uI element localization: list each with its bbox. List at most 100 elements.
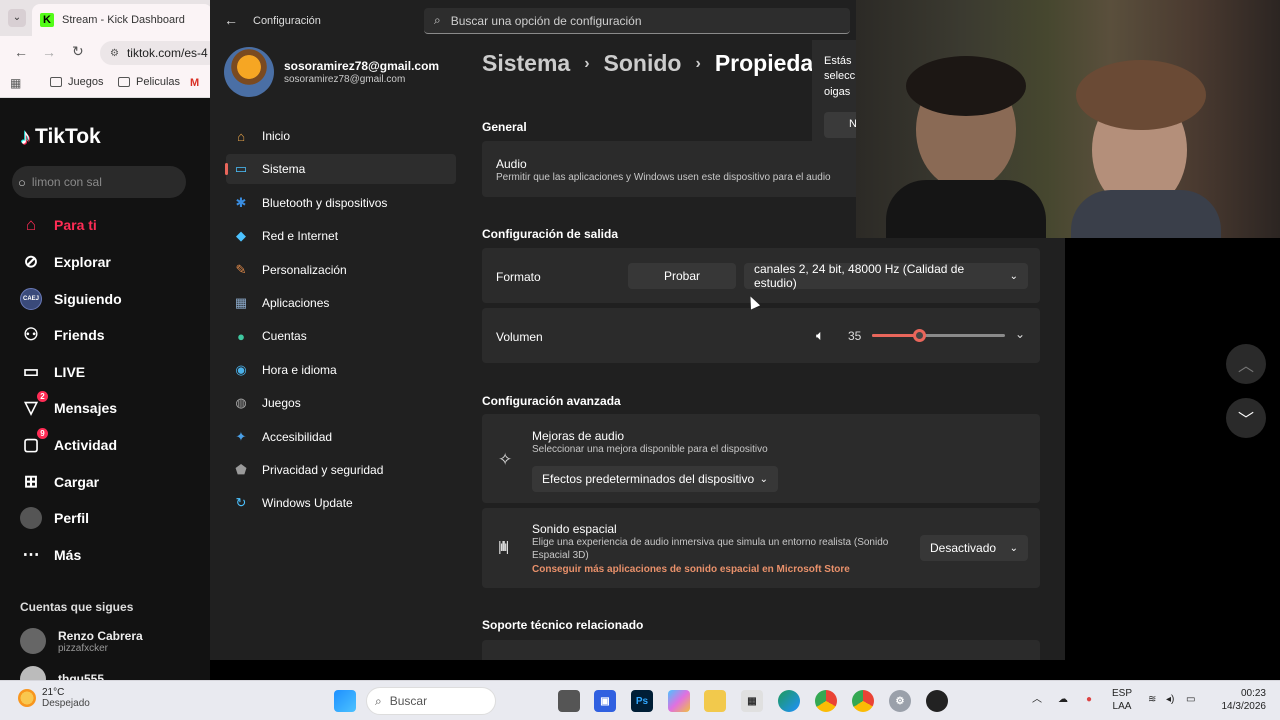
back-arrow-icon[interactable]: ← (14, 44, 28, 60)
chevron-right-icon: › (695, 54, 701, 72)
home-icon: ⌂ (25, 215, 37, 234)
settings-nav-label: Sistema (262, 162, 306, 177)
tiktok-nav-live[interactable]: ▭ LIVE (20, 360, 85, 384)
tiktok-nav-explorar[interactable]: ⊘ Explorar (20, 250, 111, 274)
tiktok-sidebar: ♪ TikTok ○ limon con sal ⌂ Para ti ⊘ Exp… (0, 98, 210, 692)
photoshop-icon[interactable]: Ps (631, 690, 653, 712)
settings-nav-inicio[interactable]: ⌂ Inicio (226, 121, 456, 151)
settings-nav-label: Aplicaciones (262, 296, 330, 310)
tiktok-nav-mensajes[interactable]: ▽ 2 Mensajes (20, 391, 118, 420)
breadcrumb-sonido[interactable]: Sonido (604, 50, 682, 77)
settings-nav-red-e-internet[interactable]: ◆ Red e Internet (226, 221, 456, 251)
spatial-dropdown[interactable]: Desactivado ⌄ (920, 535, 1028, 561)
url-text: tiktok.com/es-4 (126, 46, 208, 60)
recording-app-icon[interactable] (926, 690, 948, 712)
tiktok-nav-mas[interactable]: ⋯ Más (20, 543, 82, 567)
onedrive-icon[interactable]: ☁ (1058, 693, 1068, 706)
tiktok-nav-siguiendo[interactable]: CAEJ Siguiendo (20, 287, 122, 311)
browser-tab-kick[interactable]: K Stream - Kick Dashboard (32, 4, 212, 36)
nav-label: Actividad (54, 437, 118, 453)
chevron-down-icon: ⌄ (1009, 270, 1018, 282)
chevron-up-icon[interactable]: ︿ (1032, 693, 1042, 706)
site-info-icon[interactable]: ⚙ (110, 48, 119, 59)
enhance-title: Mejoras de audio (532, 429, 625, 443)
chrome-profile-icon[interactable] (852, 690, 874, 712)
chrome-icon[interactable] (815, 690, 837, 712)
back-arrow-icon[interactable]: ← (224, 12, 238, 28)
settings-nav-cuentas[interactable]: ● Cuentas (226, 321, 456, 351)
start-windows-icon[interactable] (334, 690, 356, 712)
tiktok-logo[interactable]: ♪ TikTok (20, 124, 101, 150)
tab-list-chevron-icon[interactable]: ⌄ (8, 9, 26, 27)
user-avatar[interactable] (224, 47, 274, 97)
temperature: 21°C (42, 687, 65, 698)
microsoft-store-icon[interactable]: ▦ (741, 690, 763, 712)
microphone-icon[interactable]: ● (1086, 693, 1092, 706)
settings-nav-hora-e-idioma[interactable]: ◉ Hora e idioma (226, 355, 456, 385)
audio-title: Audio (496, 157, 527, 171)
chevron-down-icon[interactable]: ⌄ (1015, 327, 1025, 341)
gamepad-icon: ◍ (235, 395, 247, 411)
speaker-icon[interactable]: 🔈︎ (816, 327, 824, 344)
settings-nav-windows-update[interactable]: ↻ Windows Update (226, 488, 456, 518)
copilot-icon[interactable] (668, 690, 690, 712)
settings-nav-aplicaciones[interactable]: ▦ Aplicaciones (226, 288, 456, 318)
bookmark-peliculas[interactable]: Peliculas (118, 76, 180, 88)
language-indicator[interactable]: ESP LAA (1112, 687, 1132, 713)
task-view-icon[interactable] (558, 690, 580, 712)
bookmark-juegos[interactable]: Juegos (50, 76, 103, 88)
settings-search-input[interactable]: ⌕ Buscar una opción de configuración (424, 8, 850, 34)
language-layout: LAA (1112, 701, 1132, 712)
forward-arrow-icon[interactable]: → (42, 44, 56, 60)
bluetooth-icon: ✱ (235, 194, 247, 210)
breadcrumb-sistema[interactable]: Sistema (482, 50, 570, 77)
tiktok-nav-para-ti[interactable]: ⌂ Para ti (20, 213, 97, 237)
apps-grid-icon[interactable]: ▦ (10, 76, 21, 90)
volume-icon[interactable]: ◂) (1166, 693, 1174, 706)
settings-nav-personalización[interactable]: ✎ Personalización (226, 255, 456, 285)
wifi-icon[interactable]: ≋ (1148, 693, 1156, 706)
user-email: sosoramirez78@gmail.com (284, 59, 440, 73)
taskbar: 21°C Despejado ⌕ Buscar ▣ Ps ▦ ⚙ ︿ ☁ ● E… (0, 680, 1280, 720)
battery-icon[interactable]: ▭ (1186, 693, 1195, 706)
enhance-dropdown[interactable]: Efectos predeterminados del dispositivo … (532, 466, 778, 492)
settings-nav-bluetooth-y-dispositivos[interactable]: ✱ Bluetooth y dispositivos (226, 188, 456, 218)
tiktok-search-input[interactable]: ○ limon con sal (12, 166, 186, 198)
reload-icon[interactable]: ↻ (72, 43, 84, 60)
obs-icon[interactable]: ▣ (594, 690, 616, 712)
settings-gear-icon[interactable]: ⚙ (889, 690, 911, 712)
taskbar-search[interactable]: ⌕ Buscar (366, 687, 496, 715)
test-button[interactable]: Probar (628, 263, 736, 289)
clock-date: 14/3/2026 (1221, 701, 1267, 712)
account-name: Renzo Cabrera (58, 628, 143, 643)
weather-widget[interactable]: 21°C Despejado (18, 687, 90, 709)
prev-video-button[interactable]: ︿ (1226, 344, 1266, 384)
url-bar[interactable]: ⚙ tiktok.com/es-4 (100, 41, 220, 65)
tiktok-nav-friends[interactable]: ⚇ Friends (20, 323, 104, 347)
settings-nav-accesibilidad[interactable]: ✦ Accesibilidad (226, 422, 456, 452)
format-dropdown[interactable]: canales 2, 24 bit, 48000 Hz (Calidad de … (744, 262, 1028, 290)
popup-button[interactable]: N (824, 112, 860, 138)
enhancements-card: ✧ Mejoras de audio Seleccionar una mejor… (482, 414, 1040, 503)
clock[interactable]: 00:23 14/3/2026 (1216, 687, 1267, 713)
next-video-button[interactable]: ﹀ (1226, 398, 1266, 438)
tiktok-nav-cargar[interactable]: ⊞ Cargar (20, 470, 99, 494)
nav-label: Más (54, 547, 82, 563)
tiktok-nav-perfil[interactable]: Perfil (20, 506, 89, 530)
settings-nav-privacidad-y-seguridad[interactable]: ⬟ Privacidad y seguridad (226, 455, 456, 485)
live-icon: ▭ (22, 362, 40, 381)
settings-nav-juegos[interactable]: ◍ Juegos (226, 388, 456, 418)
volume-slider[interactable] (872, 329, 1005, 342)
following-title: Cuentas que sigues (20, 600, 134, 614)
following-account[interactable]: Renzo Cabrera pizzafxcker (20, 628, 143, 654)
gmail-icon[interactable]: M (190, 77, 199, 89)
volume-slider-thumb[interactable] (912, 329, 926, 342)
nav-label: Mensajes (54, 400, 118, 416)
profile-icon (20, 507, 42, 529)
spatial-store-link[interactable]: Conseguir más aplicaciones de sonido esp… (532, 564, 850, 575)
file-explorer-icon[interactable] (704, 690, 726, 712)
settings-nav-sistema[interactable]: ▭ Sistema (225, 154, 456, 185)
settings-nav-label: Inicio (262, 129, 291, 143)
edge-icon[interactable] (778, 690, 800, 712)
tiktok-nav-actividad[interactable]: ▢ 9 Actividad (20, 428, 118, 457)
